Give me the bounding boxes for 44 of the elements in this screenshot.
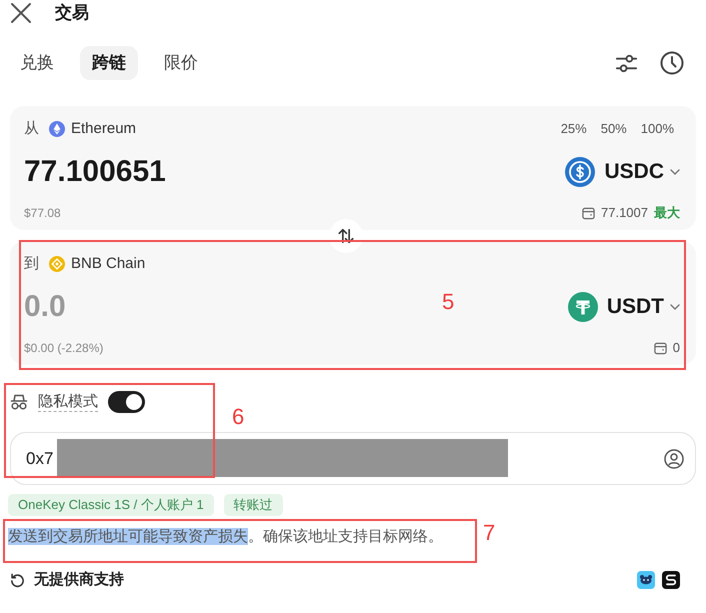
percent-button[interactable]: 50% xyxy=(600,120,627,138)
tab[interactable]: 限价 xyxy=(152,46,210,80)
refresh-icon xyxy=(10,572,25,588)
address-tag: 转账过 xyxy=(224,494,283,516)
network-selector[interactable]: Ethereum xyxy=(49,120,136,138)
app-logo-icon xyxy=(637,571,655,589)
fiat-value: $0.00 (-2.28%) xyxy=(24,340,104,357)
coin-icon xyxy=(565,157,596,187)
app-logo-icon xyxy=(662,571,680,589)
percent-button[interactable]: 100% xyxy=(640,120,674,138)
contact-icon[interactable] xyxy=(664,448,684,468)
annotation-label: 7 xyxy=(483,520,496,546)
wallet-icon xyxy=(654,342,667,354)
provider-status: 无提供商支持 xyxy=(34,570,124,590)
toggle-switch[interactable] xyxy=(108,391,145,413)
privacy-mode-label: 隐私模式 xyxy=(38,392,98,412)
chevron-down-icon xyxy=(670,169,680,175)
swap-arrows-icon xyxy=(337,227,355,245)
close-icon[interactable] xyxy=(10,2,32,24)
clock-icon[interactable] xyxy=(660,51,684,75)
direction-label: 到 xyxy=(24,255,39,273)
annotation-label: 6 xyxy=(232,404,244,430)
coin-icon xyxy=(568,292,598,322)
token-selector[interactable]: USDC xyxy=(565,156,680,188)
address-tag: OneKey Classic 1S / 个人账户 1 xyxy=(8,494,214,516)
tab[interactable]: 跨链 xyxy=(80,46,138,80)
address-field[interactable]: 0x7 xyxy=(10,432,696,485)
amount-field[interactable]: 77.100651 xyxy=(24,153,166,191)
chevron-down-icon xyxy=(670,304,680,310)
fiat-value: $77.08 xyxy=(24,205,61,222)
network-icon xyxy=(49,256,65,272)
tab[interactable]: 兑换 xyxy=(8,46,66,80)
balance-text: 77.1007 xyxy=(601,204,648,222)
direction-label: 从 xyxy=(24,120,39,138)
token-selector[interactable]: USDT xyxy=(568,291,680,323)
network-icon xyxy=(49,121,65,137)
warning-text: 发送到交易所地址可能导致资产损失。确保该地址支持目标网络。 xyxy=(8,527,443,547)
incognito-icon xyxy=(10,393,28,411)
wallet-icon xyxy=(582,206,595,220)
percent-button[interactable]: 25% xyxy=(560,120,587,138)
network-selector[interactable]: BNB Chain xyxy=(49,255,146,273)
annotation-label: 5 xyxy=(442,289,454,315)
balance-text: 0 xyxy=(672,339,680,357)
page-title: 交易 xyxy=(55,2,89,24)
